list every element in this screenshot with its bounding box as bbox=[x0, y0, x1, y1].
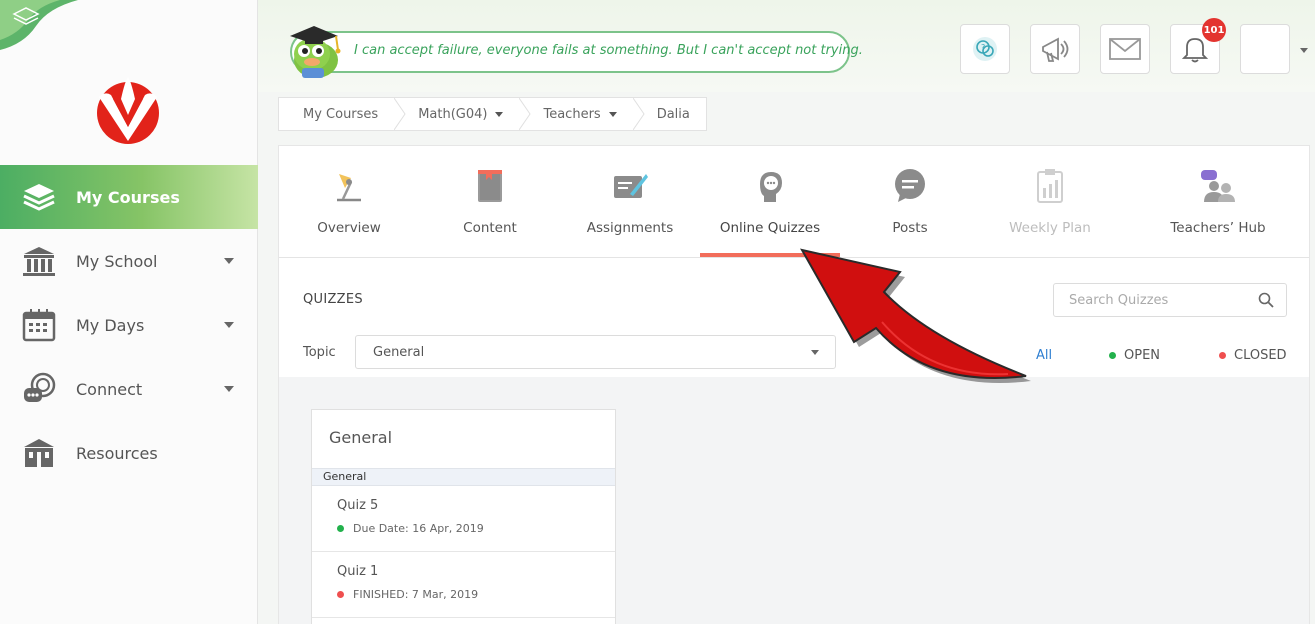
sidebar-item-connect[interactable]: Connect bbox=[0, 357, 258, 421]
breadcrumb-separator-icon bbox=[394, 98, 406, 130]
quiz-date: FINISHED: 7 Mar, 2019 bbox=[353, 588, 479, 601]
library-icon bbox=[22, 436, 56, 470]
tab-label: Weekly Plan bbox=[1009, 220, 1091, 236]
breadcrumb: My Courses Math(G04) Teachers Dalia bbox=[278, 97, 707, 131]
chevron-down-icon bbox=[224, 322, 234, 328]
quiz-topic-card: General General Quiz 5 Due Date: 16 Apr,… bbox=[311, 409, 616, 624]
breadcrumb-separator-icon bbox=[632, 98, 645, 130]
filter-all[interactable]: All bbox=[1036, 348, 1052, 363]
filter-label: All bbox=[1036, 348, 1053, 363]
quiz-meta: FINISHED: 7 Mar, 2019 bbox=[337, 588, 478, 601]
quiz-date: Due Date: 16 Apr, 2019 bbox=[353, 522, 484, 535]
sidebar-item-my-school[interactable]: My School bbox=[0, 229, 258, 293]
dragon-mascot-icon bbox=[290, 26, 341, 78]
breadcrumb-label: Teachers bbox=[543, 106, 601, 122]
caret-down-icon bbox=[495, 111, 504, 117]
filter-closed[interactable]: CLOSED bbox=[1219, 348, 1287, 363]
sidebar-item-my-courses[interactable]: My Courses bbox=[0, 165, 258, 229]
filter-label: CLOSED bbox=[1234, 348, 1287, 363]
quiz-name: Quiz 1 bbox=[337, 564, 379, 579]
speech-bubble-icon bbox=[895, 169, 925, 202]
sidebar: My Courses My School My Days Connect Res… bbox=[0, 0, 258, 624]
sidebar-item-resources[interactable]: Resources bbox=[0, 421, 258, 485]
sidebar-item-label: Connect bbox=[76, 379, 143, 399]
tab-label: Assignments bbox=[586, 220, 674, 236]
megaphone-icon bbox=[1042, 37, 1069, 62]
school-logo-icon bbox=[97, 77, 159, 144]
chevron-down-icon[interactable] bbox=[1300, 48, 1308, 53]
tab-content[interactable]: Content bbox=[440, 146, 540, 258]
page-curl-icon bbox=[0, 0, 78, 50]
tab-assignments[interactable]: Assignments bbox=[575, 146, 685, 258]
head-quiz-icon bbox=[760, 172, 782, 202]
topic-label: Topic bbox=[303, 345, 336, 360]
quiz-meta: Due Date: 16 Apr, 2019 bbox=[337, 522, 484, 535]
sidebar-nav: My Courses My School My Days Connect Res… bbox=[0, 165, 258, 485]
support-chat-button[interactable]: ? bbox=[960, 24, 1010, 74]
desk-lamp-icon bbox=[337, 174, 361, 202]
card-title: General bbox=[329, 428, 393, 447]
sidebar-item-label: Resources bbox=[76, 443, 158, 463]
section-title: QUIZZES bbox=[303, 292, 363, 307]
quiz-item[interactable]: Quiz 5 Due Date: 16 Apr, 2019 bbox=[312, 486, 615, 552]
tab-label: Online Quizzes bbox=[719, 220, 821, 236]
chat-bubbles-icon bbox=[22, 372, 56, 406]
annotation-arrow-icon bbox=[800, 248, 1031, 383]
filter-open[interactable]: OPEN bbox=[1109, 348, 1160, 363]
sidebar-item-my-days[interactable]: My Days bbox=[0, 293, 258, 357]
user-avatar-button[interactable] bbox=[1240, 24, 1290, 74]
chevron-down-icon bbox=[224, 258, 234, 264]
breadcrumb-separator-icon bbox=[519, 98, 532, 130]
messages-button[interactable] bbox=[1100, 24, 1150, 74]
motivational-quote: I can accept failure, everyone fails at … bbox=[354, 43, 863, 58]
bell-icon bbox=[1182, 38, 1208, 63]
edit-board-icon bbox=[614, 174, 648, 198]
notification-count-badge: 101 bbox=[1202, 18, 1226, 42]
tab-label: Content bbox=[463, 220, 517, 236]
breadcrumb-label: Math(G04) bbox=[418, 106, 488, 122]
calendar-icon bbox=[22, 308, 56, 342]
tab-label: Posts bbox=[892, 220, 928, 236]
tab-label: Overview bbox=[317, 220, 381, 236]
tab-teachers-hub[interactable]: Teachers’ Hub bbox=[1158, 146, 1278, 258]
school-building-icon bbox=[22, 244, 56, 278]
card-group-header: General bbox=[312, 468, 615, 486]
status-dot-open bbox=[1109, 352, 1116, 359]
caret-down-icon bbox=[608, 111, 617, 117]
tab-overview[interactable]: Overview bbox=[299, 146, 399, 258]
breadcrumb-label: My Courses bbox=[303, 106, 379, 122]
book-icon bbox=[478, 170, 502, 202]
clipboard-chart-icon bbox=[1037, 169, 1063, 203]
tab-label: Teachers’ Hub bbox=[1170, 220, 1266, 236]
breadcrumb-teachers[interactable]: Teachers bbox=[531, 98, 632, 130]
layers-icon bbox=[22, 180, 56, 214]
sidebar-item-label: My Days bbox=[76, 315, 145, 335]
status-dot-closed bbox=[337, 591, 344, 598]
breadcrumb-course[interactable]: Math(G04) bbox=[406, 98, 519, 130]
chevron-down-icon bbox=[224, 386, 234, 392]
filter-label: OPEN bbox=[1124, 348, 1161, 363]
sidebar-item-label: My School bbox=[76, 251, 158, 271]
search-input[interactable] bbox=[1069, 284, 1259, 316]
search-quizzes-box[interactable] bbox=[1053, 283, 1287, 317]
quiz-name: Quiz 5 bbox=[337, 498, 379, 513]
status-dot-open bbox=[337, 525, 344, 532]
svg-text:?: ? bbox=[981, 43, 985, 52]
teachers-group-icon bbox=[1201, 170, 1235, 202]
breadcrumb-my-courses[interactable]: My Courses bbox=[279, 98, 394, 130]
topic-select[interactable]: General bbox=[355, 335, 836, 369]
search-icon[interactable] bbox=[1258, 292, 1274, 308]
status-dot-closed bbox=[1219, 352, 1226, 359]
topic-selected-value: General bbox=[373, 345, 425, 360]
breadcrumb-label: Dalia bbox=[656, 106, 690, 122]
envelope-icon bbox=[1109, 38, 1141, 60]
announcements-button[interactable] bbox=[1030, 24, 1080, 74]
quiz-item[interactable]: Quiz 1 FINISHED: 7 Mar, 2019 bbox=[312, 552, 615, 618]
breadcrumb-teacher-name: Dalia bbox=[645, 98, 706, 130]
sidebar-item-label: My Courses bbox=[76, 187, 180, 207]
support-chat-icon: ? bbox=[973, 37, 997, 61]
